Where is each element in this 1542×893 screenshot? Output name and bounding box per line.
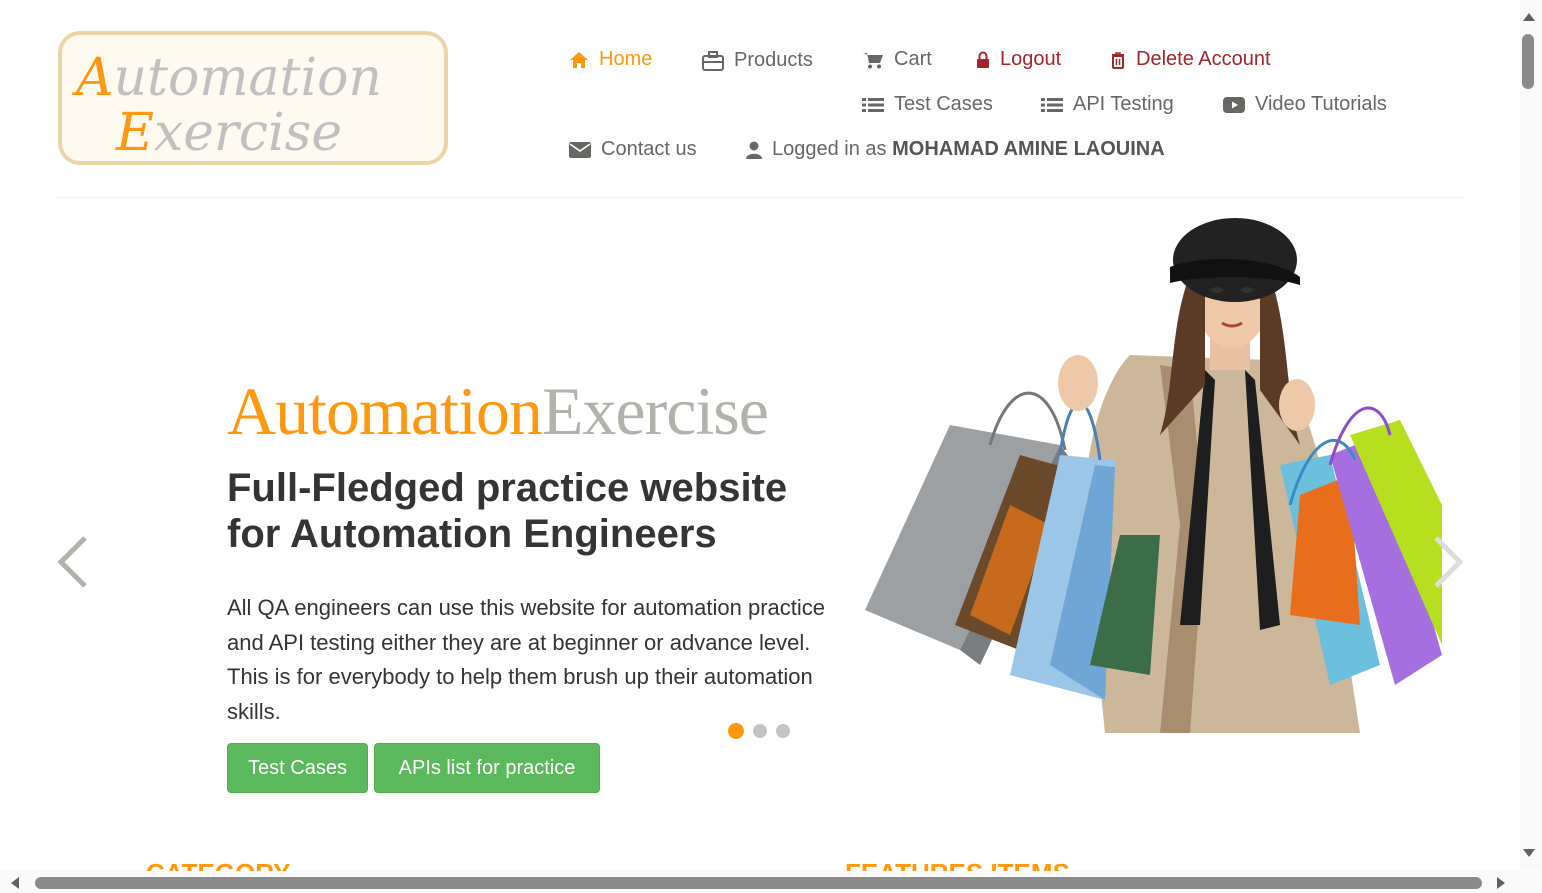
home-icon xyxy=(570,51,588,68)
hero-brand-part2: Exercise xyxy=(541,373,769,449)
carousel-indicator-1[interactable] xyxy=(728,723,744,739)
list-icon xyxy=(1041,97,1063,112)
nav-products-label: Products xyxy=(734,49,813,71)
nav-api-testing[interactable]: API Testing xyxy=(1041,93,1174,116)
scroll-right-arrow-icon[interactable] xyxy=(1496,876,1506,890)
nav-test-cases-label: Test Cases xyxy=(894,93,993,115)
hero-brand: AutomationExercise xyxy=(227,372,769,451)
test-cases-button[interactable]: Test Cases xyxy=(227,743,368,793)
hero-headline-line2: for Automation Engineers xyxy=(227,512,717,556)
nav-video-tutorials[interactable]: Video Tutorials xyxy=(1223,93,1387,116)
vertical-scrollbar-thumb[interactable] xyxy=(1522,34,1534,89)
chevron-right-icon xyxy=(1434,536,1464,588)
nav-products[interactable]: Products xyxy=(702,49,813,72)
logo-initial-a: A xyxy=(72,48,114,108)
category-section-title: CATEGORY xyxy=(146,858,290,871)
logo-line1: Automation xyxy=(72,48,382,108)
nav-api-testing-label: API Testing xyxy=(1073,93,1174,115)
logged-in-prefix: Logged in as xyxy=(772,138,887,160)
logo-initial-e: E xyxy=(115,103,154,161)
cart-icon xyxy=(863,52,883,68)
hero-brand-part1: Automation xyxy=(227,373,543,449)
nav-delete-account[interactable]: Delete Account xyxy=(1110,48,1271,71)
briefcase-icon xyxy=(702,50,724,71)
header-divider xyxy=(57,197,1464,198)
nav-cart-label: Cart xyxy=(894,48,932,70)
nav-delete-account-label: Delete Account xyxy=(1136,48,1271,70)
nav-video-tutorials-label: Video Tutorials xyxy=(1255,93,1387,115)
hero-headline-line1: Full-Fledged practice website xyxy=(227,466,788,510)
user-icon xyxy=(746,141,762,159)
carousel-next-button[interactable] xyxy=(1432,536,1466,593)
chevron-left-icon xyxy=(57,536,87,588)
scroll-up-arrow-icon[interactable] xyxy=(1522,12,1536,22)
hero-description: All QA engineers can use this website fo… xyxy=(227,595,825,724)
nav-test-cases[interactable]: Test Cases xyxy=(862,93,993,116)
nav-home-label: Home xyxy=(599,48,653,70)
hero-shopping-woman-image xyxy=(865,218,1442,733)
scroll-left-arrow-icon[interactable] xyxy=(10,876,20,890)
carousel-prev-button[interactable] xyxy=(55,536,89,593)
features-items-section-title: FEATURES ITEMS xyxy=(845,858,1070,871)
nav-contact-us[interactable]: Contact us xyxy=(569,138,697,161)
hero-headline: Full-Fledged practice website for Automa… xyxy=(227,465,847,557)
horizontal-scrollbar[interactable] xyxy=(0,871,1542,893)
nav-contact-us-label: Contact us xyxy=(601,138,697,160)
nav-logout[interactable]: Logout xyxy=(976,48,1061,71)
envelope-icon xyxy=(569,141,591,158)
lock-icon xyxy=(977,51,989,68)
nav-cart[interactable]: Cart xyxy=(862,48,932,71)
carousel-indicator-2[interactable] xyxy=(753,724,767,738)
trash-icon xyxy=(1112,51,1124,69)
nav-logged-in-as: Logged in as MOHAMAD AMINE LAOUINA xyxy=(746,138,1165,161)
site-logo[interactable]: Automation Exercise A E xyxy=(58,31,448,165)
carousel-indicator-3[interactable] xyxy=(776,724,790,738)
logged-in-username: MOHAMAD AMINE LAOUINA xyxy=(892,138,1165,160)
nav-logout-label: Logout xyxy=(1000,48,1062,70)
vertical-scrollbar[interactable] xyxy=(1520,0,1542,870)
list-icon xyxy=(862,97,884,112)
horizontal-scrollbar-thumb[interactable] xyxy=(35,877,1482,889)
nav-home[interactable]: Home xyxy=(569,48,652,71)
youtube-play-icon xyxy=(1223,96,1245,113)
scroll-down-arrow-icon[interactable] xyxy=(1522,848,1536,858)
apis-list-button[interactable]: APIs list for practice xyxy=(374,743,600,793)
